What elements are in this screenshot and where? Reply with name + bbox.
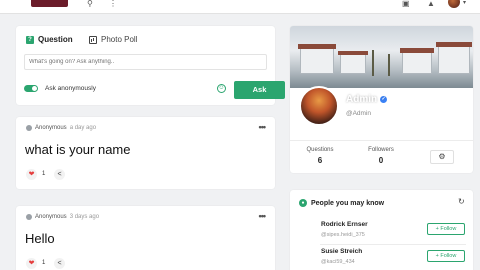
- list-item: Rodrick Ernser @sipes.heidi_375 + Follow: [290, 221, 473, 247]
- question-post: Anonymous a day ago ••• what is your nam…: [16, 117, 275, 189]
- person-handle: @kaci59_434: [321, 259, 355, 265]
- more-options-icon[interactable]: •••: [259, 122, 267, 132]
- anonymous-label: Ask anonymously: [45, 85, 96, 92]
- ask-input[interactable]: [24, 54, 267, 70]
- follow-label: Follow: [440, 253, 457, 259]
- post-time: a day ago: [69, 125, 97, 131]
- post-title[interactable]: what is your name: [25, 142, 131, 157]
- caret-down-icon[interactable]: ▾: [463, 0, 466, 6]
- post-time: 3 days ago: [69, 214, 100, 220]
- post-title[interactable]: Hello: [25, 231, 55, 246]
- refresh-icon[interactable]: ↻: [458, 197, 465, 206]
- settings-button[interactable]: ⚙: [430, 150, 454, 164]
- logo-thumbnail[interactable]: [31, 0, 68, 7]
- user-icon: [26, 214, 32, 220]
- bell-icon[interactable]: ▲: [427, 0, 435, 8]
- post-meta: Anonymous 3 days ago: [26, 214, 99, 220]
- questions-stat[interactable]: Questions 6: [303, 147, 337, 165]
- tab-photo-poll[interactable]: Photo Poll: [89, 35, 137, 44]
- heart-icon[interactable]: ❤: [26, 169, 37, 180]
- menu-icon[interactable]: ⋮: [109, 0, 117, 8]
- followers-label: Followers: [368, 147, 394, 153]
- question-composer: ? Question Photo Poll Ask anonymously ☺ …: [16, 26, 285, 105]
- share-icon[interactable]: <: [54, 169, 65, 180]
- list-item: Susie Streich @kaci59_434 + Follow: [290, 248, 473, 270]
- like-count: 1: [42, 171, 46, 177]
- heart-icon[interactable]: ❤: [26, 258, 37, 269]
- follow-button[interactable]: + Follow: [427, 223, 465, 235]
- divider: [290, 140, 473, 141]
- question-icon: ?: [26, 35, 34, 44]
- question-post: Anonymous 3 days ago ••• Hello ❤ 1 <: [16, 206, 275, 270]
- person-name[interactable]: Rodrick Ernser: [321, 221, 368, 228]
- people-icon: ●: [299, 199, 307, 207]
- tab-photo-poll-label: Photo Poll: [101, 35, 138, 44]
- people-you-may-know-card: ● People you may know ↻ Rodrick Ernser @…: [290, 190, 473, 270]
- add-user-icon: +: [435, 226, 439, 232]
- questions-value: 6: [317, 156, 323, 165]
- post-author[interactable]: Anonymous: [35, 125, 67, 131]
- profile-name[interactable]: Admin ✓: [346, 94, 388, 105]
- post-author[interactable]: Anonymous: [35, 214, 67, 220]
- like-count: 1: [42, 260, 46, 266]
- followers-stat[interactable]: Followers 0: [364, 147, 398, 165]
- top-bar: ⚲ ⋮ ▣ ▲ ▾: [0, 0, 480, 14]
- inbox-icon[interactable]: ▣: [402, 0, 410, 8]
- anonymous-toggle[interactable]: [24, 85, 38, 92]
- poll-icon: [89, 35, 97, 44]
- profile-avatar[interactable]: [299, 86, 339, 126]
- person-name[interactable]: Susie Streich: [321, 248, 362, 255]
- emoji-icon[interactable]: ☺: [217, 84, 226, 93]
- tab-question[interactable]: ? Question: [26, 35, 73, 44]
- followers-value: 0: [378, 156, 384, 165]
- profile-card: Admin ✓ @Admin Questions 6 Followers 0 ⚙: [290, 26, 473, 173]
- person-handle: @sipes.heidi_375: [321, 232, 365, 238]
- cover-image: [290, 26, 473, 88]
- people-title: People you may know: [311, 199, 385, 207]
- post-meta: Anonymous a day ago: [26, 125, 96, 131]
- more-options-icon[interactable]: •••: [259, 211, 267, 221]
- divider: [320, 244, 466, 245]
- tab-question-label: Question: [38, 35, 73, 44]
- search-icon[interactable]: ⚲: [87, 0, 93, 8]
- profile-name-text: Admin: [346, 94, 378, 105]
- follow-label: Follow: [440, 226, 457, 232]
- ask-button[interactable]: Ask: [234, 81, 285, 99]
- profile-handle: @Admin: [346, 110, 372, 117]
- people-header: ● People you may know: [299, 199, 384, 207]
- gear-icon: ⚙: [438, 152, 446, 161]
- user-icon: [26, 125, 32, 131]
- follow-button[interactable]: + Follow: [427, 250, 465, 262]
- avatar[interactable]: [448, 0, 460, 8]
- share-icon[interactable]: <: [54, 258, 65, 269]
- questions-label: Questions: [306, 147, 334, 153]
- add-user-icon: +: [435, 253, 439, 259]
- verified-icon: ✓: [380, 96, 388, 103]
